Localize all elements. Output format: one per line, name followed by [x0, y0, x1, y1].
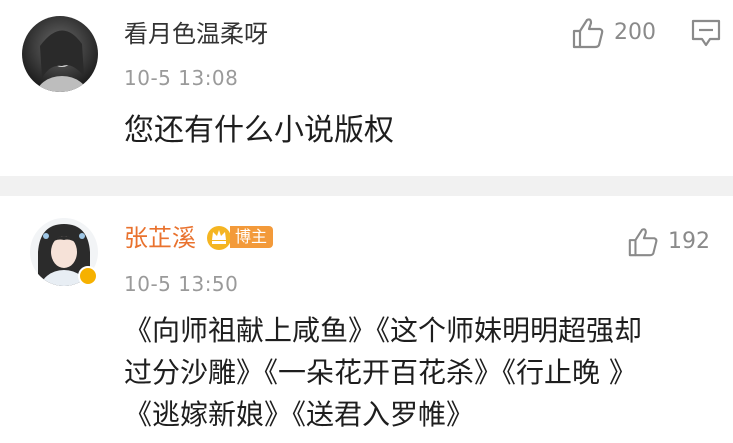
verified-icon — [78, 266, 98, 286]
username[interactable]: 张芷溪 — [124, 224, 196, 252]
comment-item: 张芷溪 博主 10-5 13:50 《向师祖献上咸鱼》《这个师妹明明超强却 过分… — [0, 196, 733, 443]
like-button[interactable]: 200 — [570, 16, 656, 50]
like-count: 192 — [668, 229, 710, 254]
timestamp: 10-5 13:50 — [124, 272, 239, 296]
comment-text: 您还有什么小说版权 — [124, 113, 394, 148]
like-count: 200 — [614, 20, 656, 45]
comment-text-line: 《逃嫁新娘》《送君入罗帷》 — [124, 398, 475, 431]
divider — [0, 176, 733, 196]
comment-text-line: 《向师祖献上咸鱼》《这个师妹明明超强却 — [124, 314, 643, 347]
thumbs-up-icon — [572, 18, 604, 49]
thumbs-up-icon — [628, 228, 658, 257]
comment-text-line: 过分沙雕》《一朵花开百花杀》《行止晚 》 — [124, 356, 637, 389]
like-button[interactable]: 192 — [626, 226, 710, 258]
timestamp: 10-5 13:08 — [124, 66, 239, 90]
username[interactable]: 看月色温柔呀 — [124, 20, 268, 48]
badge-label: 博主 — [230, 226, 274, 248]
reply-icon[interactable] — [690, 18, 722, 48]
comment-item: 看月色温柔呀 10-5 13:08 您还有什么小说版权 200 — [0, 0, 733, 176]
avatar-container[interactable] — [30, 218, 98, 286]
avatar[interactable] — [22, 16, 98, 92]
creator-badge: 博主 — [204, 222, 274, 252]
comment-text: 《向师祖献上咸鱼》《这个师妹明明超强却 过分沙雕》《一朵花开百花杀》《行止晚 》… — [124, 310, 704, 436]
